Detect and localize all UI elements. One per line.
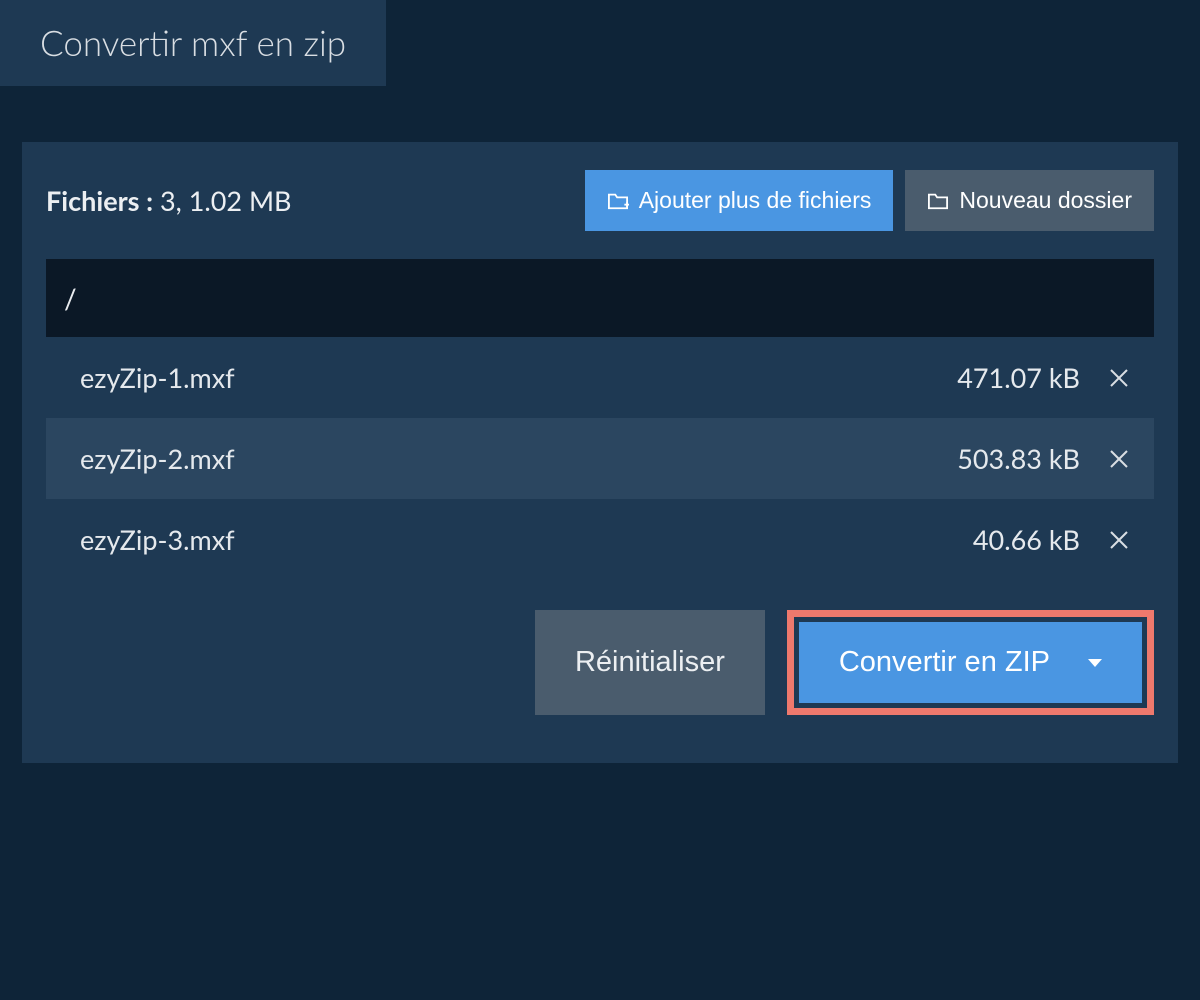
convert-label: Convertir en ZIP (839, 646, 1050, 679)
remove-file-icon[interactable] (1102, 367, 1136, 389)
file-size: 471.07 kB (957, 361, 1080, 394)
remove-file-icon[interactable] (1102, 529, 1136, 551)
new-folder-label: Nouveau dossier (959, 187, 1132, 214)
remove-file-icon[interactable] (1102, 448, 1136, 470)
file-size: 40.66 kB (973, 523, 1080, 556)
folder-add-icon (607, 191, 629, 211)
file-row: ezyZip-3.mxf 40.66 kB (46, 499, 1154, 580)
file-name: ezyZip-3.mxf (76, 523, 973, 556)
file-name: ezyZip-2.mxf (76, 442, 957, 475)
files-count: 3, (160, 184, 182, 217)
chevron-down-icon (1088, 659, 1102, 667)
convert-button[interactable]: Convertir en ZIP (799, 622, 1142, 703)
breadcrumb-path[interactable]: / (46, 259, 1154, 337)
main-panel: Fichiers : 3, 1.02 MB Ajouter plus de fi… (22, 142, 1178, 763)
tab-convert[interactable]: Convertir mxf en zip (0, 0, 386, 86)
header-buttons: Ajouter plus de fichiers Nouveau dossier (585, 170, 1154, 231)
tab-bar: Convertir mxf en zip (0, 0, 1200, 86)
tab-title: Convertir mxf en zip (40, 22, 346, 64)
file-row: ezyZip-1.mxf 471.07 kB (46, 337, 1154, 418)
reset-label: Réinitialiser (575, 646, 725, 679)
footer-actions: Réinitialiser Convertir en ZIP (46, 580, 1154, 739)
file-name: ezyZip-1.mxf (76, 361, 957, 394)
add-files-label: Ajouter plus de fichiers (639, 187, 872, 214)
path-text: / (64, 281, 77, 315)
panel-content: Fichiers : 3, 1.02 MB Ajouter plus de fi… (22, 142, 1178, 763)
folder-icon (927, 191, 949, 211)
file-row: ezyZip-2.mxf 503.83 kB (46, 418, 1154, 499)
convert-highlight: Convertir en ZIP (787, 610, 1154, 715)
reset-button[interactable]: Réinitialiser (535, 610, 765, 715)
files-summary: Fichiers : 3, 1.02 MB (46, 184, 291, 217)
files-size: 1.02 MB (189, 184, 292, 217)
new-folder-button[interactable]: Nouveau dossier (905, 170, 1154, 231)
file-size: 503.83 kB (957, 442, 1080, 475)
header-row: Fichiers : 3, 1.02 MB Ajouter plus de fi… (46, 170, 1154, 231)
file-list: ezyZip-1.mxf 471.07 kB ezyZip-2.mxf 503.… (46, 337, 1154, 580)
add-files-button[interactable]: Ajouter plus de fichiers (585, 170, 894, 231)
files-label: Fichiers : (46, 184, 153, 217)
